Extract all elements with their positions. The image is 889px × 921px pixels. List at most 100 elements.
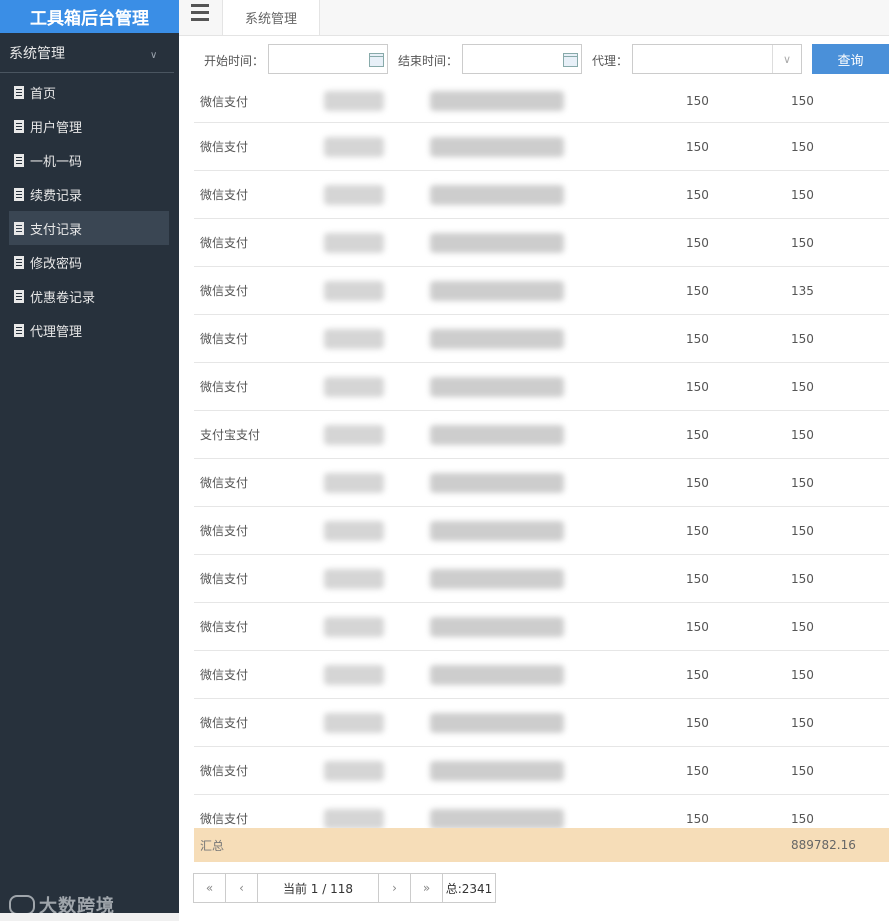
watermark-logo-icon	[9, 895, 35, 915]
redacted-cell	[430, 91, 564, 111]
sidebar-item[interactable]: 修改密码	[0, 245, 179, 279]
document-icon	[14, 323, 24, 337]
redacted-cell	[324, 760, 384, 781]
redacted-cell	[324, 712, 384, 733]
redacted-cell	[324, 328, 384, 349]
pagination: « ‹ 当前 1 / 118 › » 总:2341	[193, 873, 496, 903]
redacted-cell	[430, 424, 564, 445]
agent-select[interactable]: ∨	[632, 44, 802, 74]
amount-cell: 150	[686, 139, 709, 154]
sidebar-item[interactable]: 优惠卷记录	[0, 279, 179, 313]
amount-cell: 150	[686, 283, 709, 298]
sidebar-item-label: 用户管理	[30, 120, 83, 136]
table-row: 微信支付 150 150	[194, 555, 889, 603]
redacted-cell	[430, 616, 564, 637]
first-page-button[interactable]: «	[193, 873, 226, 903]
document-icon	[14, 153, 24, 167]
document-icon	[14, 187, 24, 201]
redacted-cell	[430, 712, 564, 733]
current-page-indicator: 当前 1 / 118	[257, 873, 379, 903]
sidebar-group-label: 系统管理	[9, 45, 65, 62]
amount-cell: 150	[686, 667, 709, 682]
end-time-input[interactable]	[462, 44, 582, 74]
start-time-input[interactable]	[268, 44, 388, 74]
paid-amount-cell: 150	[791, 763, 814, 778]
paid-amount-cell: 150	[791, 379, 814, 394]
filter-bar: 开始时间： 结束时间： 代理： ∨ 查询	[194, 36, 889, 84]
tab-system-management[interactable]: 系统管理	[222, 0, 320, 35]
sidebar-item-label: 优惠卷记录	[30, 290, 96, 306]
status-strip	[0, 913, 179, 921]
chevron-down-icon[interactable]: ∨	[772, 45, 801, 73]
sidebar-item[interactable]: 代理管理	[0, 313, 179, 347]
redacted-cell	[324, 376, 384, 397]
redacted-cell	[324, 472, 384, 493]
table-row: 微信支付 150 150	[194, 171, 889, 219]
sidebar-item[interactable]: 续费记录	[0, 177, 179, 211]
redacted-cell	[324, 424, 384, 445]
prev-page-button[interactable]: ‹	[225, 873, 258, 903]
paid-amount-cell: 150	[791, 427, 814, 442]
payment-method-cell: 微信支付	[200, 380, 249, 394]
calendar-icon[interactable]	[563, 53, 578, 67]
redacted-cell	[430, 760, 564, 781]
payment-method-cell: 支付宝支付	[200, 428, 261, 442]
end-time-label: 结束时间：	[398, 54, 459, 68]
summary-label: 汇总	[200, 838, 225, 853]
table-row: 微信支付 150 150	[194, 219, 889, 267]
redacted-cell	[430, 520, 564, 541]
table-row: 微信支付 150 150	[194, 80, 889, 123]
redacted-cell	[324, 184, 384, 205]
next-page-button[interactable]: ›	[378, 873, 411, 903]
paid-amount-cell: 150	[791, 667, 814, 682]
redacted-cell	[430, 664, 564, 685]
document-icon	[14, 85, 24, 99]
paid-amount-cell: 150	[791, 139, 814, 154]
table-row: 微信支付 150 150	[194, 747, 889, 795]
sidebar-item-label: 支付记录	[30, 222, 83, 238]
sidebar-item[interactable]: 首页	[0, 75, 179, 109]
amount-cell: 150	[686, 715, 709, 730]
last-page-button[interactable]: »	[410, 873, 443, 903]
redacted-cell	[324, 232, 384, 253]
sidebar-item[interactable]: 支付记录	[9, 211, 169, 245]
amount-cell: 150	[686, 619, 709, 634]
redacted-cell	[430, 328, 564, 349]
paid-amount-cell: 150	[791, 331, 814, 346]
menu-toggle-icon[interactable]	[191, 4, 209, 21]
amount-cell: 150	[686, 571, 709, 586]
sidebar-item-label: 续费记录	[30, 188, 83, 204]
sidebar: 工具箱后台管理 系统管理 ∨ 首页 用户管理 一机一码 续费记录 支付记录 修改密码 优惠卷…	[0, 0, 179, 921]
redacted-cell	[430, 232, 564, 253]
table-row: 支付宝支付 150 150	[194, 411, 889, 459]
table-row: 微信支付 150 150	[194, 315, 889, 363]
calendar-icon[interactable]	[369, 53, 384, 67]
redacted-cell	[430, 568, 564, 589]
payment-method-cell: 微信支付	[200, 620, 249, 634]
payment-method-cell: 微信支付	[200, 476, 249, 490]
paid-amount-cell: 135	[791, 283, 814, 298]
query-button[interactable]: 查询	[812, 44, 889, 74]
redacted-cell	[324, 520, 384, 541]
table-row: 微信支付 150 150	[194, 459, 889, 507]
payment-method-cell: 微信支付	[200, 140, 249, 154]
payment-method-cell: 微信支付	[200, 716, 249, 730]
summary-total: 889782.16	[791, 838, 856, 852]
table-row: 微信支付 150 150	[194, 699, 889, 747]
redacted-cell	[430, 376, 564, 397]
sidebar-group-system[interactable]: 系统管理 ∨	[0, 33, 174, 73]
amount-cell: 150	[686, 187, 709, 202]
sidebar-item[interactable]: 用户管理	[0, 109, 179, 143]
summary-row: 汇总 889782.16	[194, 828, 889, 862]
paid-amount-cell: 150	[791, 94, 814, 108]
amount-cell: 150	[686, 523, 709, 538]
payment-method-cell: 微信支付	[200, 332, 249, 346]
sidebar-item[interactable]: 一机一码	[0, 143, 179, 177]
paid-amount-cell: 150	[791, 187, 814, 202]
redacted-cell	[324, 136, 384, 157]
payment-method-cell: 微信支付	[200, 94, 249, 109]
table-row: 微信支付 150 150	[194, 363, 889, 411]
redacted-cell	[324, 664, 384, 685]
payment-table: 微信支付 150 150 微信支付 150 150 微信支付 150 150 微信支付 150 150…	[194, 80, 889, 843]
redacted-cell	[430, 184, 564, 205]
